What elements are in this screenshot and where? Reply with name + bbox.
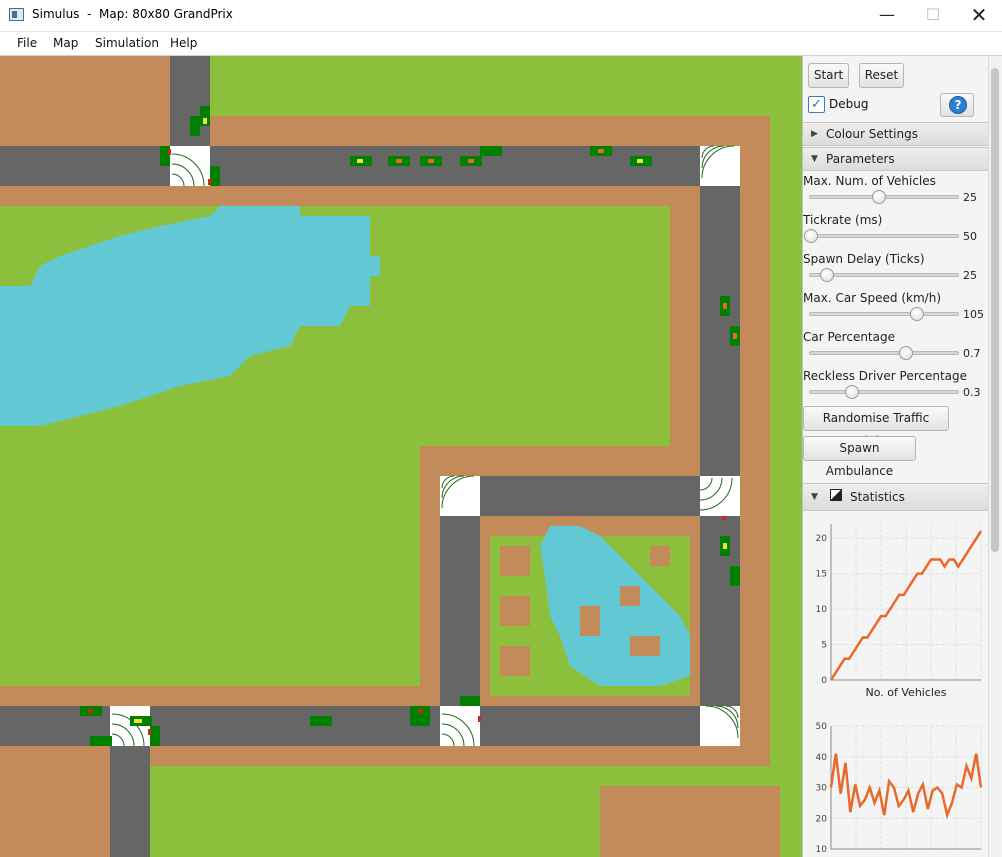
y-tick-label: 20 — [816, 534, 828, 544]
app-icon — [9, 8, 24, 21]
param-label: Max. Car Speed (km/h) — [803, 291, 941, 305]
scrollbar-thumb[interactable] — [991, 68, 999, 552]
y-tick-label: 40 — [816, 753, 828, 763]
y-tick-label: 20 — [816, 814, 828, 824]
simulation-map[interactable] — [0, 56, 802, 857]
window-title: Simulus - Map: 80x80 GrandPrix — [32, 7, 233, 21]
param-label: Car Percentage — [803, 330, 895, 344]
randomise-traffic-lights-button[interactable]: Randomise Traffic Lights — [803, 406, 949, 448]
panel-scrollbar[interactable] — [988, 56, 1000, 857]
chevron-down-icon: ▼ — [811, 154, 818, 164]
second-chart: 10 20 30 40 50 — [803, 716, 989, 857]
param-value: 0.3 — [963, 386, 981, 399]
parameters-header[interactable]: ▼ Parameters — [803, 147, 989, 171]
title-bar: Simulus - Map: 80x80 GrandPrix — ☐ ✕ — [0, 0, 1002, 32]
param-slider[interactable] — [809, 390, 959, 394]
help-button[interactable]: ? — [940, 93, 974, 117]
close-button[interactable]: ✕ — [956, 0, 1002, 32]
param-label: Max. Num. of Vehicles — [803, 174, 936, 188]
maximize-button[interactable]: ☐ — [910, 0, 956, 32]
chevron-down-icon: ▼ — [811, 492, 818, 502]
chevron-right-icon: ▶ — [811, 129, 818, 139]
param-value: 25 — [963, 191, 977, 204]
spawn-ambulance-button[interactable]: Spawn Ambulance — [803, 436, 916, 478]
colour-settings-header[interactable]: ▶ Colour Settings — [803, 122, 989, 146]
param-slider[interactable] — [809, 312, 959, 316]
debug-checkbox[interactable]: ✓ — [808, 96, 825, 113]
slider-thumb[interactable] — [910, 307, 925, 321]
param-slider[interactable] — [809, 351, 959, 355]
param-label: Reckless Driver Percentage — [803, 369, 968, 383]
param-slider[interactable] — [809, 234, 959, 238]
map-canvas — [0, 56, 802, 857]
vehicles-chart: 0 5 10 15 20 No. of Vehicles — [803, 516, 989, 701]
statistics-icon — [830, 489, 842, 501]
slider-thumb[interactable] — [804, 229, 818, 243]
y-tick-label: 30 — [816, 784, 828, 794]
param-value: 0.7 — [963, 347, 981, 360]
minimize-button[interactable]: — — [864, 0, 910, 32]
y-tick-label: 15 — [816, 570, 827, 580]
menu-file[interactable]: File — [17, 36, 37, 50]
param-label: Tickrate (ms) — [803, 213, 883, 227]
y-tick-label: 5 — [821, 641, 827, 651]
y-tick-label: 10 — [816, 605, 828, 615]
param-value: 25 — [963, 269, 977, 282]
menu-bar: File Map Simulation Help — [0, 32, 1002, 56]
start-button[interactable]: Start — [808, 63, 849, 88]
y-tick-label: 10 — [816, 845, 828, 855]
menu-map[interactable]: Map — [53, 36, 78, 50]
slider-thumb[interactable] — [899, 346, 914, 360]
debug-label: Debug — [829, 97, 869, 111]
slider-thumb[interactable] — [820, 268, 835, 282]
help-icon: ? — [949, 96, 967, 114]
menu-simulation[interactable]: Simulation — [95, 36, 159, 50]
param-label: Spawn Delay (Ticks) — [803, 252, 925, 266]
statistics-header[interactable]: ▼ Statistics — [803, 483, 989, 511]
slider-thumb[interactable] — [872, 190, 886, 204]
x-axis-label: No. of Vehicles — [866, 686, 947, 699]
menu-help[interactable]: Help — [170, 36, 197, 50]
control-panel: Start Reset ✓ Debug ? ▶ Colour Settings … — [802, 56, 1002, 857]
param-value: 105 — [963, 308, 984, 321]
slider-thumb[interactable] — [844, 385, 859, 399]
y-tick-label: 50 — [816, 722, 828, 732]
y-tick-label: 0 — [821, 676, 827, 686]
param-value: 50 — [963, 230, 977, 243]
reset-button[interactable]: Reset — [859, 63, 904, 88]
